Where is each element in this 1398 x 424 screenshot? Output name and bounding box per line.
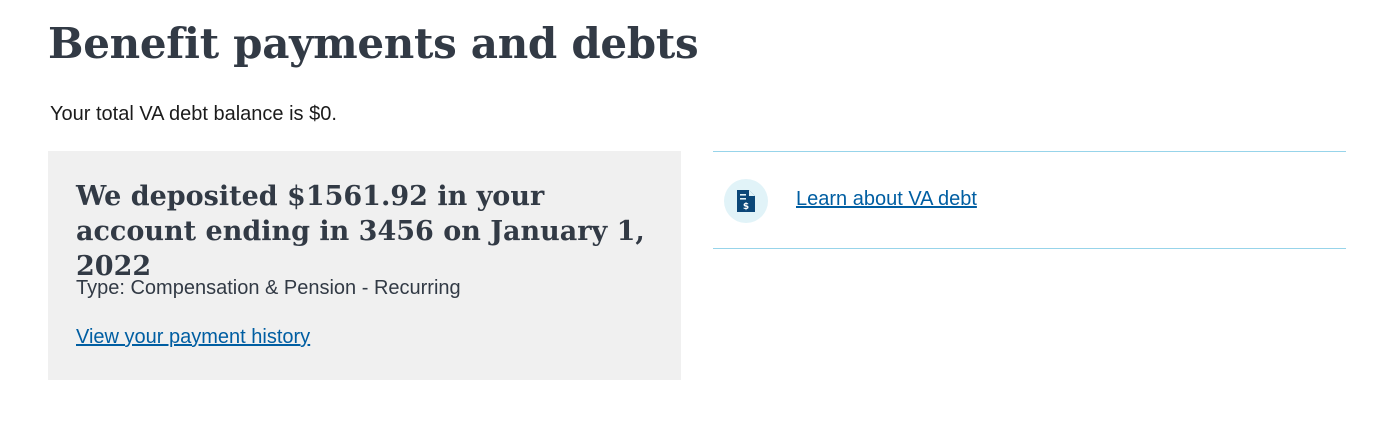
learn-va-debt-row: $ Learn about VA debt bbox=[713, 151, 1346, 249]
payment-card: We deposited $1561.92 in your account en… bbox=[48, 151, 681, 380]
svg-text:$: $ bbox=[743, 202, 749, 212]
benefit-payments-page: Benefit payments and debts Your total VA… bbox=[0, 0, 1398, 424]
view-payment-history-link[interactable]: View your payment history bbox=[76, 324, 310, 350]
payment-type-text: Type: Compensation & Pension - Recurring bbox=[76, 277, 461, 299]
page-title: Benefit payments and debts bbox=[48, 19, 699, 68]
payment-deposit-heading: We deposited $1561.92 in your account en… bbox=[76, 181, 645, 282]
debt-balance-text: Your total VA debt balance is $0. bbox=[50, 103, 337, 125]
file-dollar-icon: $ bbox=[724, 179, 768, 223]
learn-about-va-debt-link[interactable]: Learn about VA debt bbox=[796, 186, 977, 212]
